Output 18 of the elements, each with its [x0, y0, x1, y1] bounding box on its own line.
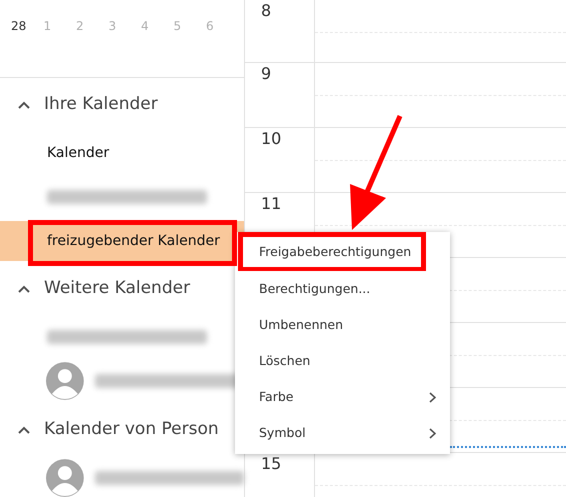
hour-label: 15: [261, 454, 282, 473]
hour-label: 11: [261, 194, 282, 213]
menu-item[interactable]: Löschen: [235, 343, 450, 379]
hour-label: 9: [261, 64, 272, 83]
hour-label: 8: [261, 1, 272, 20]
avatar-icon: [46, 459, 84, 497]
hour-label: 10: [261, 129, 282, 148]
group-header[interactable]: Weitere Kalender: [44, 276, 190, 302]
menu-item[interactable]: Farbe: [235, 379, 450, 415]
menu-item[interactable]: Freigabeberechtigungen: [238, 232, 426, 272]
group-header[interactable]: Kalender von Person: [44, 417, 219, 443]
calendar-day[interactable]: 28: [11, 17, 44, 77]
avatar-icon: [46, 362, 84, 400]
calendar-item[interactable]: Kalender: [0, 131, 244, 175]
menu-item[interactable]: Umbenennen: [235, 307, 450, 343]
group-header[interactable]: Ihre Kalender: [44, 92, 158, 118]
menu-item[interactable]: Berechtigungen...: [235, 271, 450, 307]
menu-item[interactable]: Symbol: [235, 415, 450, 451]
